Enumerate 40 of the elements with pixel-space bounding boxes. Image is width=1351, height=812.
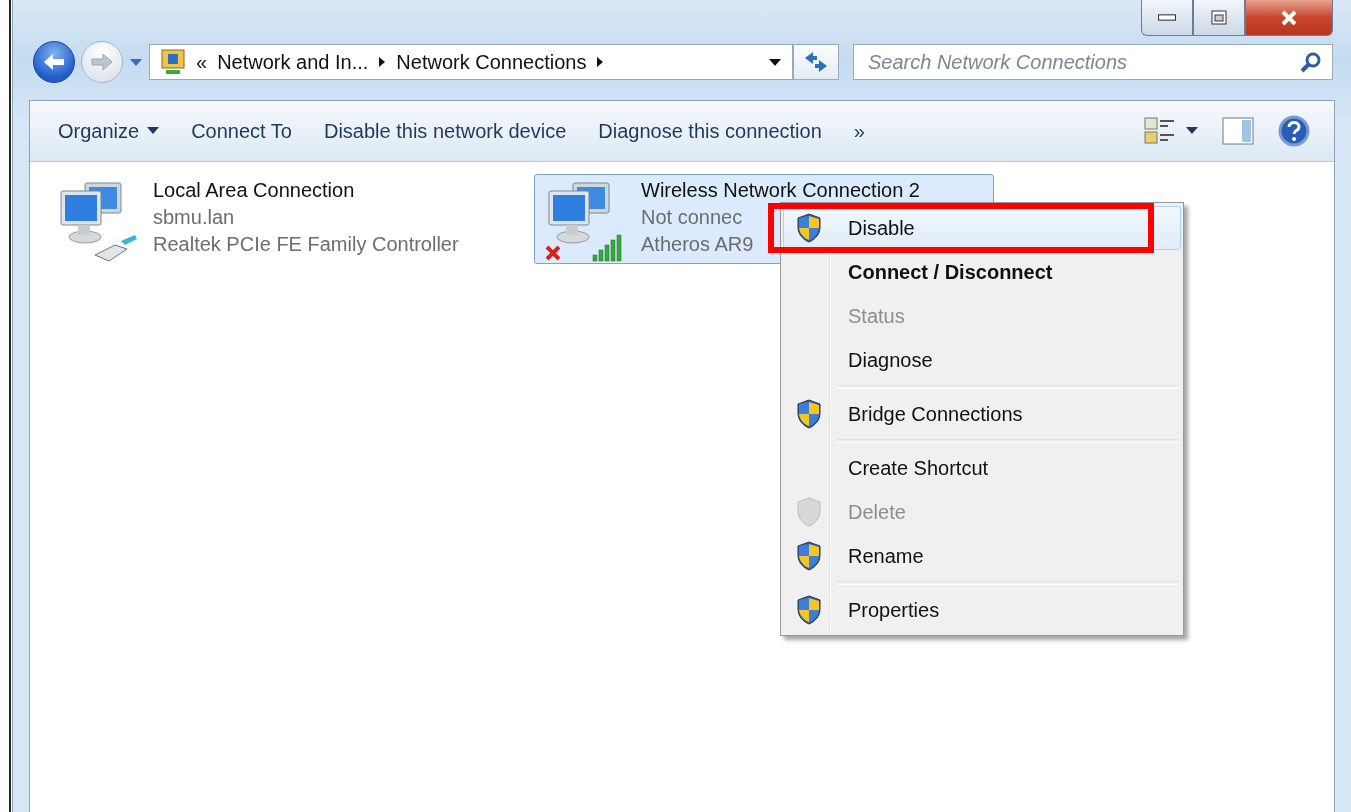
menu-item[interactable]: Properties — [783, 588, 1181, 632]
arrow-left-icon — [42, 52, 66, 72]
close-button[interactable] — [1245, 0, 1333, 36]
toolbar-button[interactable]: Connect To — [177, 113, 306, 149]
breadcrumb[interactable]: Network Connections — [396, 50, 587, 74]
preview-pane-icon — [1222, 117, 1254, 145]
maximize-button[interactable] — [1193, 0, 1245, 36]
connection-status: sbmu.lan — [153, 206, 235, 229]
minimize-icon — [1158, 14, 1176, 21]
more-button[interactable]: » — [839, 113, 879, 149]
refresh-button[interactable] — [793, 44, 839, 80]
address-bar[interactable]: « Network and In... Network Connections — [149, 44, 793, 80]
adapter-name: Atheros AR9 — [641, 233, 754, 256]
menu-item[interactable]: Create Shortcut — [783, 446, 1181, 490]
search-field[interactable]: Search Network Connections — [853, 44, 1333, 80]
arrow-right-icon — [90, 52, 114, 72]
help-icon — [1278, 115, 1310, 147]
maximize-icon — [1208, 9, 1230, 26]
toolbar-button[interactable]: Disable this network device — [309, 113, 581, 149]
connection-item[interactable]: Local Area Connection sbmu.lan Realtek PCIe FE Family Controller — [46, 174, 506, 264]
toolbar-button[interactable]: Organize — [44, 113, 174, 149]
connection-name: Wireless Network Connection 2 — [641, 179, 920, 202]
minimize-button[interactable] — [1141, 0, 1193, 36]
chevron-right-icon[interactable] — [378, 56, 387, 68]
connection-status: Not connec — [641, 206, 743, 229]
breadcrumb[interactable]: Network and In... — [217, 50, 369, 74]
menu-item[interactable]: Rename — [783, 534, 1181, 578]
adapter-name: Realtek PCIe FE Family Controller — [153, 233, 459, 256]
caret-icon[interactable] — [768, 57, 782, 67]
search-icon[interactable] — [1299, 50, 1323, 74]
network-folder-icon — [160, 48, 186, 76]
back-button[interactable] — [33, 41, 75, 83]
menu-item[interactable]: Bridge Connections — [783, 392, 1181, 436]
chevron-right-icon[interactable] — [596, 56, 605, 68]
toolbar-button[interactable]: Diagnose this connection — [584, 113, 836, 149]
caret-icon — [1186, 127, 1198, 135]
overflow-chevron[interactable]: « — [196, 50, 208, 74]
connection-name: Local Area Connection — [153, 179, 355, 202]
refresh-icon — [803, 50, 829, 74]
menu-item[interactable]: Diagnose — [783, 338, 1181, 382]
